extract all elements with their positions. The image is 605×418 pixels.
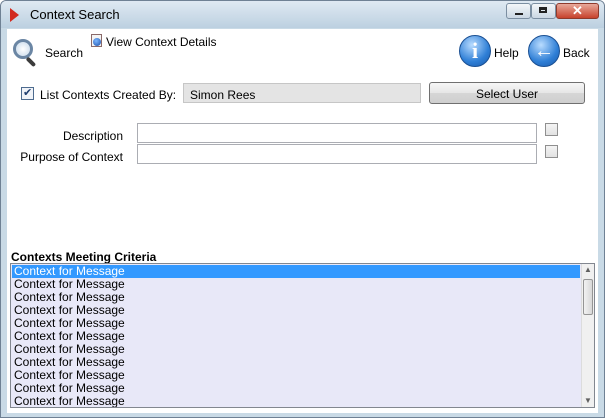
description-label: Description: [62, 129, 123, 143]
vertical-scrollbar[interactable]: ▲ ▼: [581, 264, 594, 407]
search-label: Search: [45, 46, 84, 60]
purpose-of-context-label: Purpose of Context: [20, 150, 123, 164]
document-globe-icon: [91, 34, 102, 47]
scroll-thumb[interactable]: [583, 279, 593, 315]
help-label: Help: [494, 46, 519, 60]
description-input[interactable]: [137, 123, 537, 143]
magnifier-icon: [13, 39, 33, 59]
toolbar: Search View Context Details i Help ← Bac…: [7, 29, 598, 74]
purpose-of-context-input[interactable]: [137, 144, 537, 164]
list-item[interactable]: Context for Message: [12, 395, 580, 408]
context-search-window: Context Search ✕ Search View Context Det…: [0, 0, 605, 418]
list-created-by-checkbox[interactable]: [21, 86, 34, 100]
list-created-by-label: List Contexts Created By:: [40, 88, 177, 102]
maximize-icon: [539, 7, 547, 13]
window-title: Context Search: [30, 7, 120, 22]
scroll-down-icon[interactable]: ▼: [582, 395, 594, 407]
back-label: Back: [563, 46, 590, 60]
scroll-up-icon[interactable]: ▲: [582, 264, 594, 276]
app-icon: [10, 8, 19, 22]
results-title: Contexts Meeting Criteria: [11, 250, 157, 264]
back-arrow-icon: ←: [528, 35, 560, 67]
help-button[interactable]: i Help: [459, 35, 521, 69]
select-user-button[interactable]: Select User: [429, 82, 585, 104]
minimize-button[interactable]: [506, 3, 531, 19]
purpose-of-context-checkbox[interactable]: [545, 145, 558, 158]
client-area: Search View Context Details i Help ← Bac…: [7, 29, 598, 413]
info-circle-icon: i: [459, 35, 491, 67]
magnifier-handle: [25, 56, 37, 68]
contexts-list[interactable]: Context for Message Context for Message Co…: [10, 263, 595, 408]
close-button[interactable]: ✕: [556, 3, 599, 19]
title-bar[interactable]: Context Search ✕: [1, 1, 604, 28]
created-by-user-field: Simon Rees: [183, 83, 421, 103]
minimize-icon: [515, 13, 523, 15]
view-context-details-label: View Context Details: [106, 35, 217, 49]
close-icon: ✕: [572, 3, 583, 18]
maximize-button[interactable]: [531, 3, 556, 19]
back-button[interactable]: ← Back: [528, 35, 594, 69]
search-button[interactable]: Search: [11, 37, 84, 68]
view-context-details-button[interactable]: View Context Details: [89, 33, 229, 51]
description-checkbox[interactable]: [545, 123, 558, 136]
